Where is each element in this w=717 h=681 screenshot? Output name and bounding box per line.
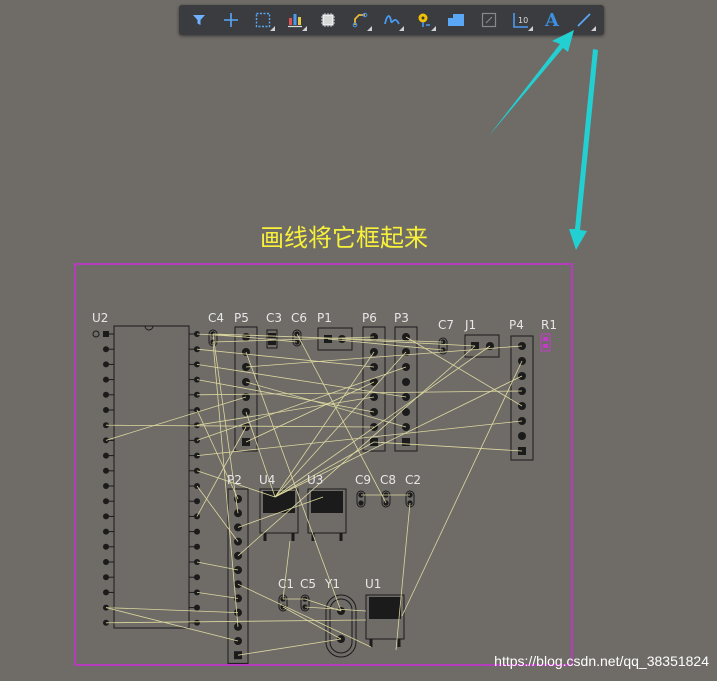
u2-pad bbox=[103, 483, 109, 489]
u1-tab bbox=[369, 597, 401, 619]
u2-pad bbox=[194, 528, 200, 535]
components-layer bbox=[92, 325, 551, 664]
ratsnest-line bbox=[237, 638, 342, 656]
designator-j1: J1 bbox=[465, 318, 477, 332]
designator-p3: P3 bbox=[394, 311, 409, 325]
designator-p5: P5 bbox=[234, 311, 249, 325]
ratsnest-line bbox=[105, 607, 239, 642]
c3-pad bbox=[268, 333, 276, 338]
r1-pad bbox=[543, 337, 548, 341]
designator-p1: P1 bbox=[317, 311, 332, 325]
ratsnest-line bbox=[105, 619, 367, 624]
c9-pad bbox=[358, 500, 364, 506]
p4-outline bbox=[510, 335, 534, 461]
designator-p2: P2 bbox=[227, 473, 242, 487]
c3-pad bbox=[268, 340, 276, 345]
annotation-arrow-icon bbox=[569, 49, 598, 250]
ratsnest-line bbox=[401, 360, 523, 617]
ratsnest-line bbox=[105, 607, 239, 613]
ratsnest-line bbox=[304, 606, 367, 612]
designator-c7: C7 bbox=[438, 318, 455, 332]
u2-pad bbox=[103, 467, 109, 474]
designator-p6: P6 bbox=[362, 311, 377, 325]
designator-y1: Y1 bbox=[325, 577, 340, 591]
designator-c5: C5 bbox=[300, 577, 317, 591]
u2-pad bbox=[103, 346, 109, 353]
u2-pad bbox=[103, 543, 109, 550]
ratsnest-line bbox=[196, 390, 523, 396]
u2-notch bbox=[144, 325, 154, 331]
designator-u4: U4 bbox=[259, 473, 276, 487]
pcb-canvas[interactable] bbox=[0, 0, 717, 681]
u2-pad bbox=[103, 407, 109, 413]
designator-c4: C4 bbox=[208, 311, 225, 325]
designator-r1: R1 bbox=[541, 318, 557, 332]
u2-pad bbox=[103, 391, 109, 398]
annotation-caption: 画线将它框起来 bbox=[260, 224, 428, 252]
u3-tab bbox=[311, 491, 343, 513]
designator-p4: P4 bbox=[509, 318, 524, 332]
ratsnest-line bbox=[196, 592, 239, 599]
u2-body bbox=[113, 325, 190, 629]
r1-body bbox=[540, 333, 551, 352]
u2-pad bbox=[194, 498, 200, 505]
p3-pad bbox=[402, 378, 410, 386]
ratsnest-line bbox=[373, 441, 523, 452]
p4-pad bbox=[518, 432, 526, 440]
u2-pad bbox=[194, 543, 200, 550]
ratsnest-line bbox=[282, 606, 342, 640]
designator-c8: C8 bbox=[380, 473, 397, 487]
u2-pad bbox=[103, 452, 109, 459]
ratsnest-line bbox=[237, 583, 372, 648]
u2-pad bbox=[103, 559, 109, 565]
u2-pad bbox=[103, 589, 109, 596]
designator-c1: C1 bbox=[278, 577, 295, 591]
u2-pad bbox=[194, 604, 200, 611]
designator-u3: U3 bbox=[307, 473, 324, 487]
u2-pad bbox=[194, 619, 200, 626]
u2-pad bbox=[103, 513, 109, 520]
ratsnest-line bbox=[196, 485, 239, 542]
designator-c9: C9 bbox=[355, 473, 372, 487]
watermark-url: https://blog.csdn.net/qq_38351824 bbox=[494, 653, 709, 669]
ratsnest-line bbox=[395, 502, 411, 651]
designator-u2: U2 bbox=[92, 311, 109, 325]
u2-pin1-marker bbox=[92, 330, 100, 338]
ratsnest-line bbox=[196, 561, 239, 571]
p3-pad bbox=[402, 438, 410, 446]
u2-pad bbox=[103, 528, 109, 535]
u2-pad bbox=[103, 376, 109, 383]
ratsnest-line bbox=[245, 381, 375, 443]
u2-pad bbox=[103, 574, 109, 581]
designator-c2: C2 bbox=[405, 473, 422, 487]
u2-pad bbox=[103, 361, 109, 368]
designator-c3: C3 bbox=[266, 311, 283, 325]
annotation-arrow-icon bbox=[488, 30, 574, 137]
designator-c6: C6 bbox=[291, 311, 308, 325]
p5-outline bbox=[234, 326, 258, 452]
designator-u1: U1 bbox=[365, 577, 382, 591]
u2-pad bbox=[194, 574, 200, 581]
r1-pad bbox=[543, 344, 548, 348]
u2-pad bbox=[103, 498, 109, 505]
u2-pad bbox=[103, 331, 109, 337]
